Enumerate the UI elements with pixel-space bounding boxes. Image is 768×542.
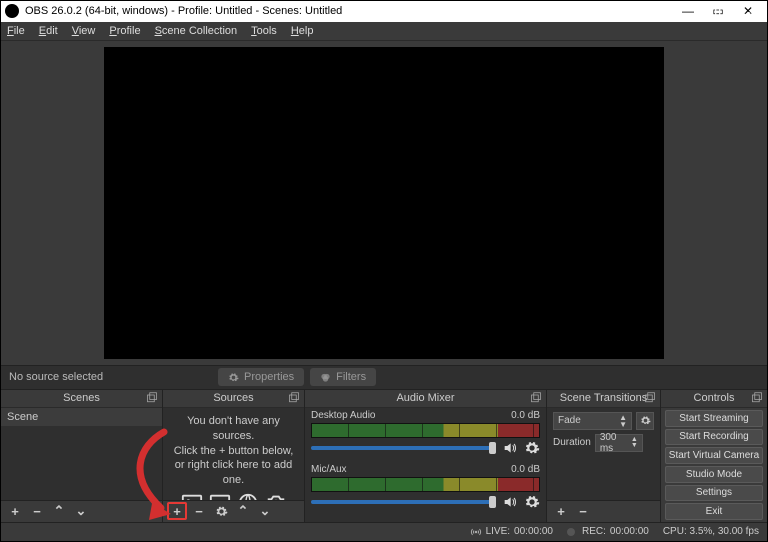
start-virtual-camera-button[interactable]: Start Virtual Camera [665,447,763,464]
scenes-down-button[interactable]: ⌄ [71,502,91,520]
popout-icon[interactable] [530,392,542,404]
controls-body: Start Streaming Start Recording Start Vi… [661,408,767,522]
menu-bar: File Edit View Profile Scene Collection … [1,22,767,41]
broadcast-icon [470,527,482,537]
sources-header: Sources [163,390,304,408]
scenes-list[interactable]: Scene [1,408,162,500]
source-toolbar: No source selected Properties Filters [1,365,767,390]
start-streaming-button[interactable]: Start Streaming [665,410,763,427]
record-dot-icon [567,528,575,536]
sources-properties-button[interactable] [211,502,231,520]
scenes-panel: Scenes Scene + − ⌃ ⌄ [1,390,163,522]
menu-view[interactable]: View [72,25,96,37]
close-button[interactable]: ✕ [733,2,763,20]
status-bar: LIVE: 00:00:00 REC: 00:00:00 CPU: 3.5%, … [1,522,767,541]
speaker-icon[interactable] [502,440,518,456]
settings-button[interactable]: Settings [665,485,763,502]
menu-edit[interactable]: Edit [39,25,58,37]
exit-button[interactable]: Exit [665,503,763,520]
menu-tools[interactable]: Tools [251,25,277,37]
status-rec: REC: 00:00:00 [567,526,649,537]
window-title: OBS 26.0.2 (64-bit, windows) - Profile: … [25,5,673,17]
transition-add-button[interactable]: + [551,502,571,520]
mixer-header: Audio Mixer [305,390,546,408]
mixer-body: Desktop Audio 0.0 dB Mic/Aux 0.0 dB [305,408,546,522]
sources-panel: Sources You don't have any sources. Clic… [163,390,305,522]
camera-icon [265,492,287,500]
titlebar: OBS 26.0.2 (64-bit, windows) - Profile: … [1,1,767,22]
scenes-up-button[interactable]: ⌃ [49,502,69,520]
vu-meter [311,423,540,438]
status-cpu: CPU: 3.5%, 30.00 fps [663,526,759,537]
studio-mode-button[interactable]: Studio Mode [665,466,763,483]
sources-list[interactable]: You don't have any sources. Click the + … [163,408,304,500]
sources-add-button[interactable]: + [167,502,187,520]
controls-panel: Controls Start Streaming Start Recording… [661,390,767,522]
app-icon [5,4,19,18]
controls-header: Controls [661,390,767,408]
mixer-channel-desktop: Desktop Audio 0.0 dB [305,408,546,462]
mixer-panel: Audio Mixer Desktop Audio 0.0 dB [305,390,547,522]
gear-icon[interactable] [524,440,540,456]
channel-name: Desktop Audio [311,410,376,421]
popout-icon[interactable] [288,392,300,404]
transitions-header: Scene Transitions [547,390,660,408]
scenes-add-button[interactable]: + [5,502,25,520]
gear-icon[interactable] [524,494,540,510]
popout-icon[interactable] [146,392,158,404]
volume-slider[interactable] [311,446,496,450]
transition-select[interactable]: Fade ▲▼ [553,412,632,430]
chevron-updown-icon: ▲▼ [631,437,638,449]
channel-level: 0.0 dB [511,410,540,421]
filter-icon [320,372,331,383]
transitions-footer: + − [547,500,660,522]
start-recording-button[interactable]: Start Recording [665,429,763,446]
transition-settings-button[interactable] [636,412,654,430]
vu-meter [311,477,540,492]
gear-icon [228,372,239,383]
chevron-updown-icon: ▲▼ [619,414,627,428]
duration-input[interactable]: 300 ms ▲▼ [595,434,643,452]
gear-icon [215,505,228,518]
transitions-body: Fade ▲▼ Duration 300 ms ▲▼ [547,408,660,500]
sources-up-button[interactable]: ⌃ [233,502,253,520]
scenes-header: Scenes [1,390,162,408]
transitions-panel: Scene Transitions Fade ▲▼ Duration 3 [547,390,661,522]
monitor-icon [209,492,231,500]
menu-file[interactable]: File [7,25,25,37]
preview-area [1,41,767,365]
menu-scene-collection[interactable]: Scene Collection [155,25,238,37]
scenes-footer: + − ⌃ ⌄ [1,500,162,522]
duration-label: Duration [553,437,591,448]
popout-icon[interactable] [751,392,763,404]
menu-help[interactable]: Help [291,25,314,37]
globe-icon [237,492,259,500]
mixer-channel-mic: Mic/Aux 0.0 dB [305,462,546,516]
dock: Scenes Scene + − ⌃ ⌄ Sources You don't h… [1,390,767,522]
menu-profile[interactable]: Profile [109,25,140,37]
speaker-icon[interactable] [502,494,518,510]
gear-icon [640,415,651,426]
channel-level: 0.0 dB [511,464,540,475]
scenes-remove-button[interactable]: − [27,502,47,520]
maximize-button[interactable]: ▭ [703,2,733,20]
sources-footer: + − ⌃ ⌄ [163,500,304,522]
sources-remove-button[interactable]: − [189,502,209,520]
transition-remove-button[interactable]: − [573,502,593,520]
properties-button[interactable]: Properties [218,368,304,386]
image-icon [181,492,203,500]
popout-icon[interactable] [644,392,656,404]
volume-slider[interactable] [311,500,496,504]
source-status: No source selected [9,371,204,383]
filters-button[interactable]: Filters [310,368,376,386]
sources-empty-hint: You don't have any sources. Click the + … [163,408,304,500]
scene-item[interactable]: Scene [1,408,162,426]
minimize-button[interactable]: — [673,2,703,20]
status-live: LIVE: 00:00:00 [470,526,553,537]
preview-canvas[interactable] [104,47,664,359]
channel-name: Mic/Aux [311,464,347,475]
sources-down-button[interactable]: ⌄ [255,502,275,520]
